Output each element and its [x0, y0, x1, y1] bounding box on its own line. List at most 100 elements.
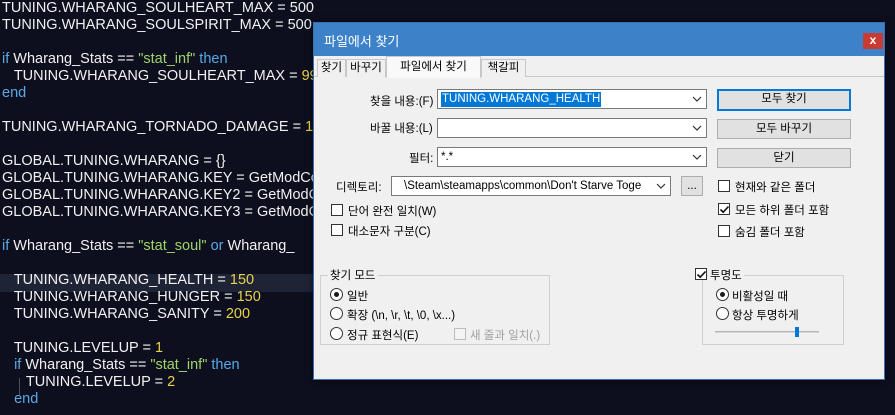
tab-strip: 찾기 바꾸기 파일에서 찾기 책갈피 — [314, 56, 884, 78]
code-line: TUNING.WHARANG_SOULHEART_MAX = 999 — [2, 68, 326, 85]
code-line: TUNING.LEVELUP = 1 — [2, 340, 163, 357]
code-line: if Wharang_Stats == "stat_inf" then — [2, 357, 240, 374]
close-icon: x — [869, 33, 877, 47]
browse-directory-button[interactable]: ... — [681, 176, 703, 196]
directory-value: \Steam\steamapps\common\Don't Starve Tog… — [404, 180, 642, 192]
code-token: if — [2, 357, 26, 373]
indent-guide — [19, 378, 20, 395]
code-token: TUNING.WHARANG_SOULHEART_MAX = — [2, 68, 302, 84]
transparency-checkbox[interactable] — [695, 268, 707, 280]
code-token: "stat_inf" — [138, 51, 196, 67]
mode-extended-label: 확장 (\n, \r, \t, \0, \x...) — [347, 310, 456, 322]
trans-always-radio[interactable] — [716, 307, 729, 320]
code-line: TUNING.WHARANG_SANITY = 200 — [2, 306, 250, 323]
code-token: Wharang_Stats == — [13, 51, 139, 67]
code-token: GLOBAL.TUNING.WHARANG.KEY3 = GetModCo — [2, 204, 328, 220]
code-token: "stat_soul" — [138, 238, 207, 254]
dot-matches-newline-label: 새 줄과 일치(.) — [470, 330, 541, 342]
replace-with-combobox[interactable] — [437, 118, 707, 138]
code-token: TUNING.WHARANG_TORNADO_DAMAGE = — [2, 119, 306, 135]
code-token: TUNING.LEVELUP = — [2, 340, 155, 356]
code-token: "stat_inf" — [150, 357, 208, 373]
directory-combobox[interactable]: \Steam\steamapps\common\Don't Starve Tog… — [391, 176, 671, 196]
replace-with-label: 바꿀 내용:(L) — [370, 123, 433, 135]
mode-normal-radio[interactable] — [330, 288, 343, 301]
code-token: Wharang_Stats == — [25, 357, 151, 373]
code-token: GLOBAL.TUNING.WHARANG = {} — [2, 153, 226, 169]
code-token: 150 — [236, 289, 261, 305]
checkmark-icon — [719, 205, 730, 214]
code-token: end — [2, 85, 27, 101]
hidden-folders-checkbox[interactable] — [718, 225, 730, 237]
transparency-title: 투명도 — [708, 267, 744, 283]
close-button[interactable]: x — [863, 33, 883, 49]
code-line: GLOBAL.TUNING.WHARANG = {} — [2, 153, 226, 170]
mode-normal-label: 일반 — [347, 291, 369, 303]
code-line: end — [2, 391, 38, 408]
trans-on-losing-focus-radio[interactable] — [716, 288, 729, 301]
code-token: 2 — [167, 374, 176, 390]
code-token: end — [2, 391, 39, 407]
code-token: TUNING.WHARANG_HUNGER = — [2, 289, 237, 305]
code-line: TUNING.WHARANG_SOULHEART_MAX = 500 — [2, 0, 314, 17]
dialog-title-bar[interactable]: 파일에서 찾기 x — [314, 23, 884, 56]
code-line: TUNING.WHARANG_SOULSPIRIT_MAX = 500 — [2, 17, 312, 34]
tab-find[interactable]: 찾기 — [317, 59, 346, 77]
directory-label: 디렉토리: — [336, 182, 382, 194]
subfolders-label: 모든 하위 폴더 포함 — [735, 205, 830, 217]
code-token: Wharang_Stats == — [13, 238, 139, 254]
dot-matches-newline-checkbox[interactable] — [454, 328, 466, 340]
subfolders-checkbox[interactable] — [718, 203, 730, 215]
code-token: if — [2, 238, 14, 254]
current-folder-checkbox[interactable] — [718, 180, 730, 192]
search-mode-title: 찾기 모드 — [328, 267, 378, 283]
filter-label: 필터: — [409, 153, 434, 165]
match-case-label: 대소문자 구분(C) — [348, 226, 431, 238]
code-line: if Wharang_Stats == "stat_inf" then — [2, 51, 228, 68]
find-what-combobox[interactable]: TUNING.WHARANG_HEALTH — [437, 89, 707, 109]
match-whole-word-checkbox[interactable] — [331, 204, 343, 216]
code-line: GLOBAL.TUNING.WHARANG.KEY2 = GetModCo — [2, 187, 327, 204]
code-token: 150 — [229, 272, 255, 288]
tab-bookmarks[interactable]: 책갈피 — [481, 59, 526, 77]
code-token: Wharang_ — [227, 238, 295, 254]
find-what-label: 찾을 내용:(F) — [370, 96, 434, 108]
replace-all-button[interactable]: 모두 바꾸기 — [717, 119, 851, 139]
radio-selected-dot — [334, 292, 339, 297]
code-token: or — [206, 238, 228, 254]
trans-always-label: 항상 투명하게 — [732, 310, 799, 322]
close-dialog-button[interactable]: 닫기 — [717, 148, 851, 168]
find-what-value: TUNING.WHARANG_HEALTH — [441, 92, 602, 107]
mode-extended-radio[interactable] — [330, 307, 343, 320]
transparency-slider-thumb[interactable] — [795, 327, 799, 337]
code-token: TUNING.WHARANG_SANITY = — [2, 306, 226, 322]
find-in-files-dialog: 파일에서 찾기 x 찾기 바꾸기 파일에서 찾기 책갈피 찾을 내용:(F) T… — [313, 22, 885, 380]
code-token: TUNING.LEVELUP = — [2, 374, 168, 390]
chevron-down-icon[interactable] — [691, 91, 703, 107]
code-line: if Wharang_Stats == "stat_soul" or Whara… — [2, 238, 294, 255]
tab-replace[interactable]: 바꾸기 — [346, 59, 386, 77]
code-line: TUNING.LEVELUP = 2 — [2, 374, 175, 391]
code-token: GLOBAL.TUNING.WHARANG.KEY = GetModCon — [2, 170, 327, 186]
code-line: TUNING.WHARANG_HEALTH = 150 — [2, 272, 254, 289]
code-token: GLOBAL.TUNING.WHARANG.KEY2 = GetModCo — [2, 187, 328, 203]
transparency-slider[interactable] — [715, 331, 819, 333]
hidden-folders-label: 숨김 폴더 포함 — [735, 227, 805, 239]
code-token: TUNING.WHARANG_SOULHEART_MAX = 500 — [2, 0, 314, 16]
code-token: then — [207, 357, 240, 373]
mode-regex-radio[interactable] — [330, 327, 343, 340]
radio-selected-dot — [720, 292, 725, 297]
code-token: 1 — [154, 340, 164, 356]
chevron-down-icon[interactable] — [655, 178, 667, 194]
mode-regex-label: 정규 표현식(E) — [347, 330, 419, 342]
match-case-checkbox[interactable] — [331, 224, 343, 236]
code-line: GLOBAL.TUNING.WHARANG.KEY3 = GetModCo — [2, 204, 327, 221]
filter-combobox[interactable]: *.* — [437, 147, 707, 167]
code-token: TUNING.WHARANG_HEALTH — [2, 272, 214, 288]
code-line: GLOBAL.TUNING.WHARANG.KEY = GetModCon — [2, 170, 327, 187]
find-all-button[interactable]: 모두 찾기 — [717, 89, 851, 111]
tab-find-in-files[interactable]: 파일에서 찾기 — [386, 56, 481, 78]
chevron-down-icon[interactable] — [691, 120, 703, 136]
chevron-down-icon[interactable] — [691, 149, 703, 165]
code-token: if — [2, 51, 14, 67]
